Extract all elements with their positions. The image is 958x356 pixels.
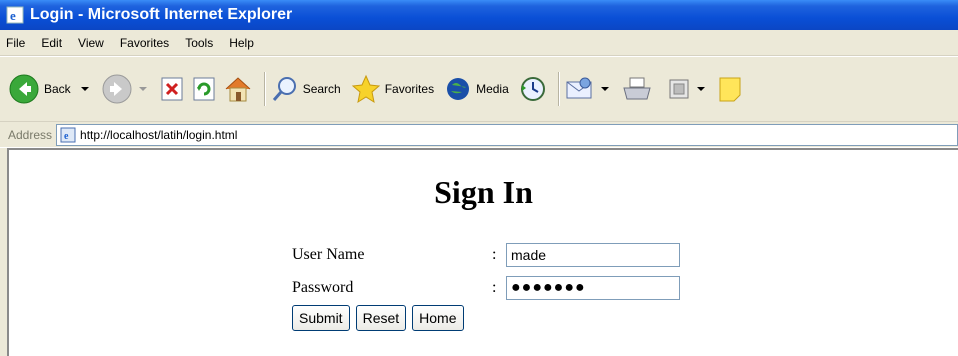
page-content: Sign In User Name : made Password : ●●●●… — [7, 148, 958, 356]
menu-tools[interactable]: Tools — [185, 36, 213, 50]
media-button[interactable]: Media — [444, 75, 513, 103]
sticky-note-icon — [719, 77, 741, 102]
menu-help[interactable]: Help — [229, 36, 254, 50]
username-label: User Name — [292, 245, 365, 263]
forward-dropdown-icon[interactable] — [138, 87, 147, 91]
home-button[interactable] — [223, 75, 253, 103]
print-icon — [623, 77, 651, 100]
window-title: Login - Microsoft Internet Explorer — [30, 6, 293, 23]
back-dropdown-icon[interactable] — [80, 87, 89, 91]
search-icon — [272, 77, 296, 101]
forward-button[interactable] — [101, 73, 153, 105]
password-row: Password : ●●●●●●● — [292, 271, 680, 304]
back-label: Back — [44, 82, 71, 96]
submit-button[interactable]: Submit — [292, 305, 350, 331]
notes-button[interactable] — [717, 75, 743, 103]
refresh-icon — [193, 77, 215, 101]
window-titlebar: e Login - Microsoft Internet Explorer — [0, 0, 958, 30]
toolbar-separator — [557, 72, 560, 106]
password-input[interactable]: ●●●●●●● — [506, 275, 680, 300]
edit-page-icon — [669, 79, 689, 99]
edit-button[interactable] — [667, 77, 711, 101]
toolbar: Back Search Favorites Media — [0, 57, 958, 121]
menu-file[interactable]: File — [6, 36, 25, 50]
username-row: User Name : made — [292, 238, 680, 271]
stop-icon — [161, 77, 183, 101]
page-icon: e — [60, 127, 76, 142]
toolbar-separator — [263, 72, 266, 106]
home-link-button[interactable]: Home — [412, 305, 464, 331]
login-form: User Name : made Password : ●●●●●●● Subm… — [292, 238, 680, 331]
back-arrow-icon — [9, 74, 39, 104]
media-label: Media — [476, 82, 509, 96]
svg-text:e: e — [64, 131, 69, 142]
password-label: Password — [292, 278, 354, 296]
edit-dropdown-icon[interactable] — [696, 87, 705, 91]
mail-dropdown-icon[interactable] — [600, 87, 609, 91]
home-icon — [225, 77, 251, 102]
username-input[interactable]: made — [506, 242, 680, 267]
history-button[interactable] — [519, 75, 547, 103]
window-frame-left — [0, 148, 7, 356]
refresh-button[interactable] — [191, 76, 217, 102]
forward-arrow-icon — [102, 74, 132, 104]
favorites-star-icon — [351, 74, 380, 104]
mail-button[interactable] — [565, 75, 615, 103]
menu-favorites[interactable]: Favorites — [120, 36, 169, 50]
username-colon: : — [492, 245, 497, 263]
favorites-button[interactable]: Favorites — [351, 74, 438, 104]
back-button[interactable]: Back — [8, 73, 95, 105]
reset-button[interactable]: Reset — [355, 305, 407, 331]
password-colon: : — [492, 278, 497, 296]
search-button[interactable]: Search — [271, 75, 345, 103]
page-title: Sign In — [434, 174, 533, 210]
media-icon — [447, 78, 470, 100]
address-input[interactable]: e http://localhost/latih/login.html — [56, 123, 958, 146]
favorites-label: Favorites — [384, 82, 435, 96]
ie-logo-icon: e — [6, 6, 24, 24]
stop-button[interactable] — [159, 76, 185, 102]
mail-icon — [566, 77, 592, 99]
menu-view[interactable]: View — [78, 36, 104, 50]
print-button[interactable] — [621, 75, 653, 103]
menu-bar: File Edit View Favorites Tools Help — [0, 30, 958, 56]
history-icon — [520, 77, 545, 101]
address-bar: Address e http://localhost/latih/login.h… — [0, 121, 958, 147]
address-label: Address — [8, 127, 53, 142]
menu-edit[interactable]: Edit — [41, 36, 62, 50]
search-label: Search — [302, 82, 341, 96]
form-buttons: Submit Reset Home — [292, 305, 680, 331]
address-url: http://localhost/latih/login.html — [80, 127, 238, 142]
svg-text:e: e — [10, 8, 16, 23]
